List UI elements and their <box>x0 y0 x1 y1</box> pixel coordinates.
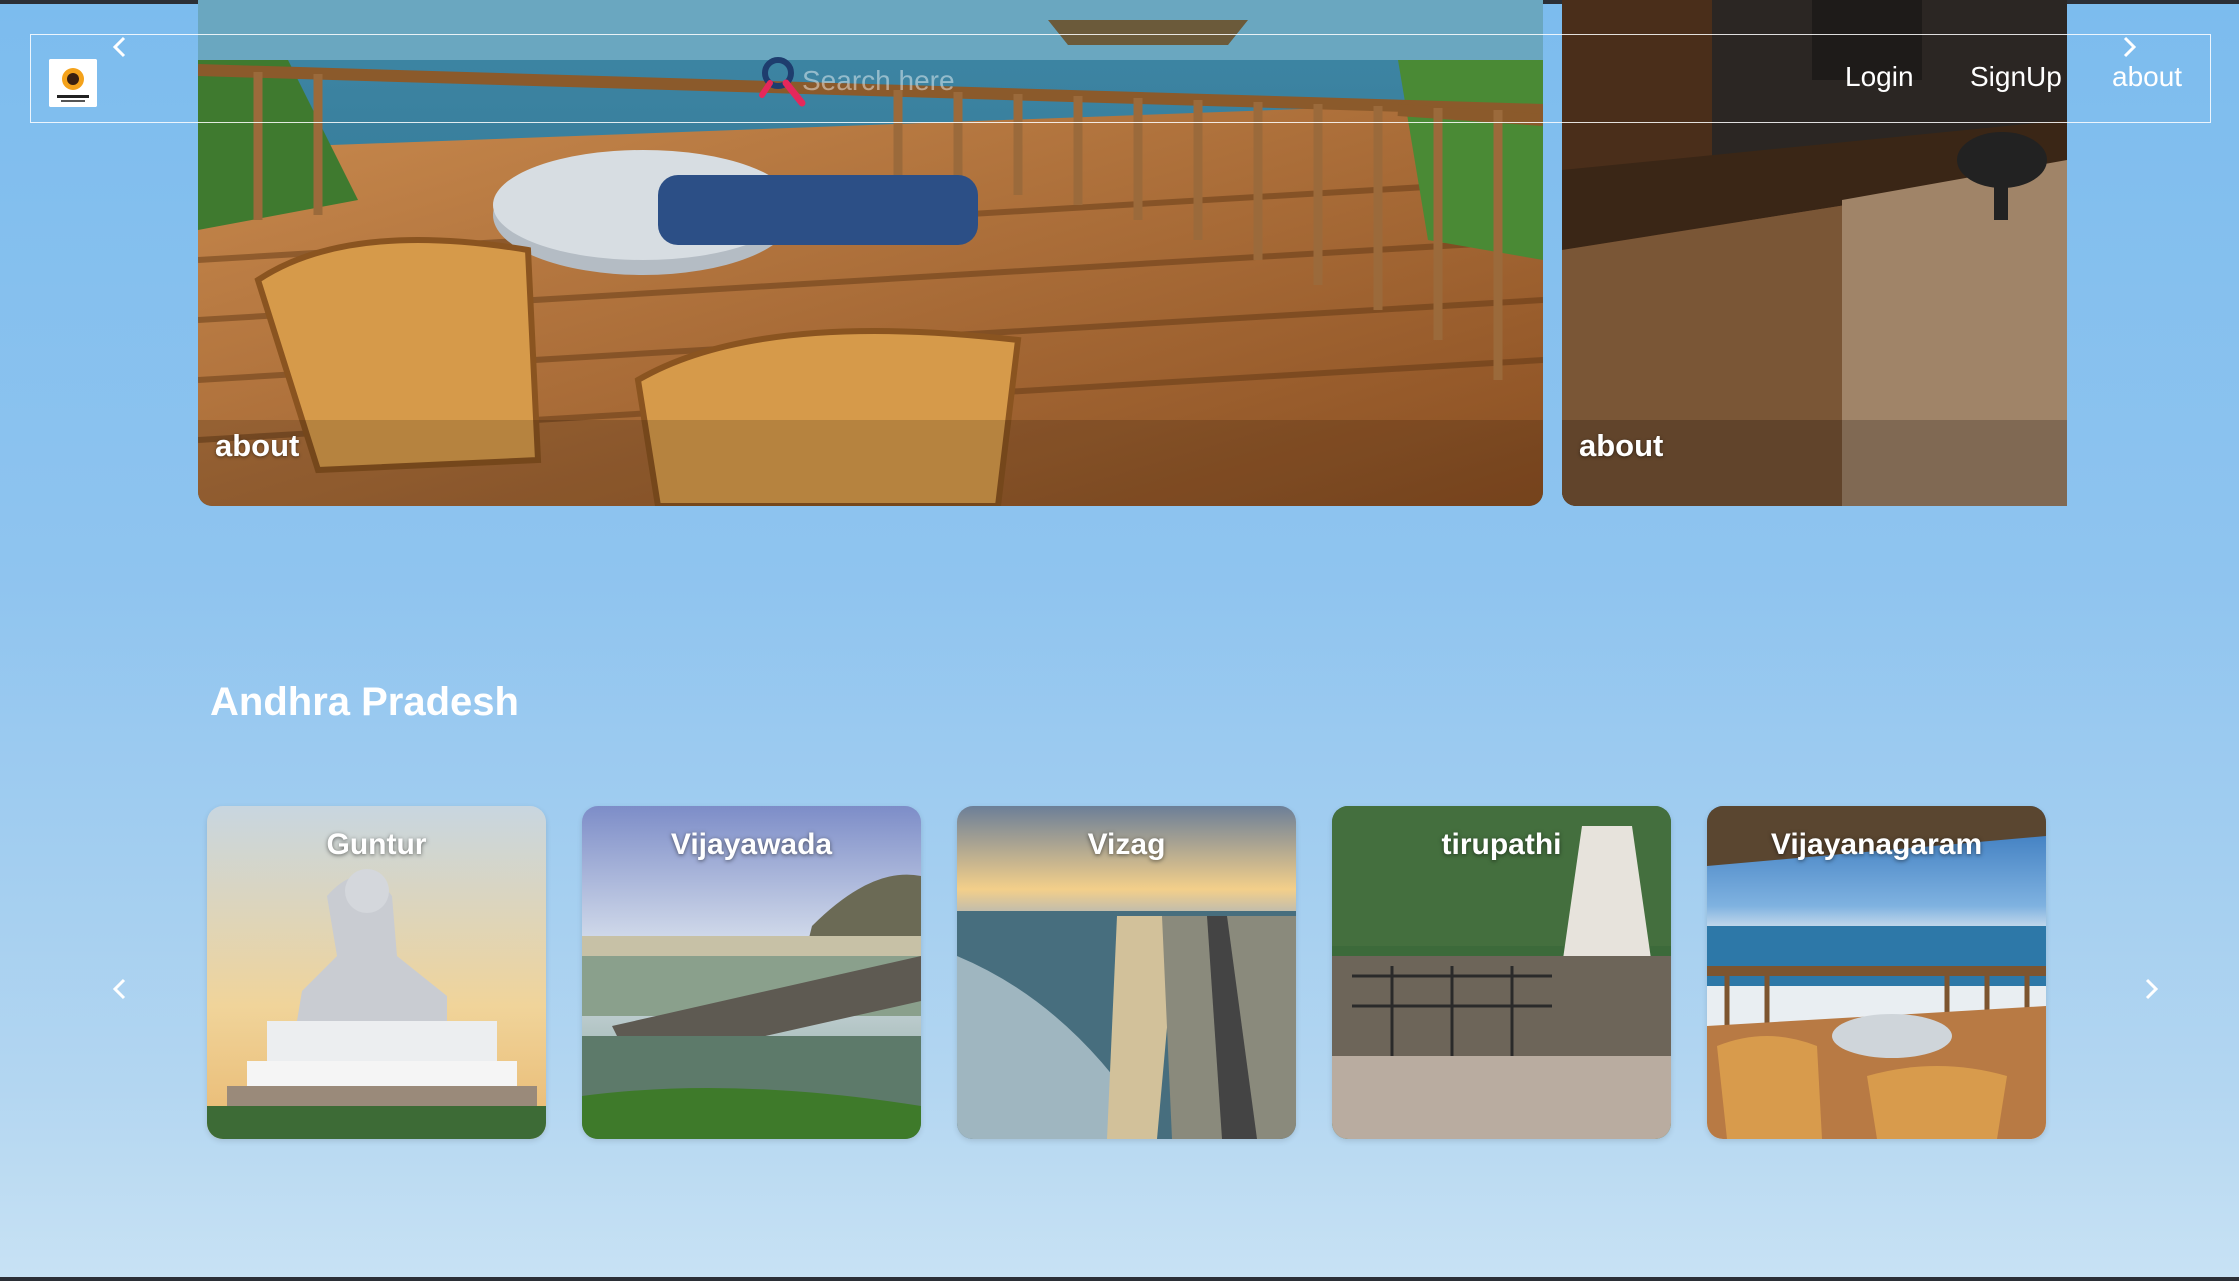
city-card-label: Vijayawada <box>670 828 833 861</box>
chevron-right-icon <box>2123 36 2137 58</box>
logo-emblem-icon <box>49 59 97 107</box>
about-link[interactable]: about <box>2112 61 2182 93</box>
city-card-guntur[interactable]: Guntur <box>207 806 546 1139</box>
search-bar[interactable] <box>756 57 1016 107</box>
hero-next-arrow[interactable] <box>2112 30 2146 64</box>
hero-slide-label[interactable]: about <box>1579 428 1663 464</box>
signup-link[interactable]: SignUp <box>1970 61 2062 93</box>
city-card-vizag[interactable]: Vizag <box>957 806 1296 1139</box>
section-title: Andhra Pradesh <box>210 680 519 724</box>
brand-logo[interactable] <box>49 59 97 107</box>
chevron-right-icon <box>2145 978 2159 1000</box>
hero-slide-label[interactable]: about <box>215 428 299 464</box>
city-card-vijayawada[interactable]: Vijayawada <box>582 806 921 1139</box>
chevron-left-icon <box>112 36 126 58</box>
city-card-label: tirupathi <box>1441 828 1562 861</box>
city-card-tirupathi[interactable]: tirupathi <box>1332 806 1671 1139</box>
city-card-label: Vijayanagaram <box>1770 828 1983 861</box>
city-card-label: Vizag <box>1087 828 1166 861</box>
navbar: Login SignUp about <box>30 34 2211 123</box>
cards-next-arrow[interactable] <box>2134 972 2168 1006</box>
login-link[interactable]: Login <box>1845 61 1914 93</box>
cards-prev-arrow[interactable] <box>103 972 137 1006</box>
city-card-vijayanagaram[interactable]: Vijayanagaram <box>1707 806 2046 1139</box>
chevron-left-icon <box>112 978 126 1000</box>
hero-prev-arrow[interactable] <box>103 30 137 64</box>
window-bottom-edge <box>0 1277 2239 1281</box>
city-card-label: Guntur <box>326 828 427 861</box>
search-input[interactable] <box>802 61 1002 101</box>
